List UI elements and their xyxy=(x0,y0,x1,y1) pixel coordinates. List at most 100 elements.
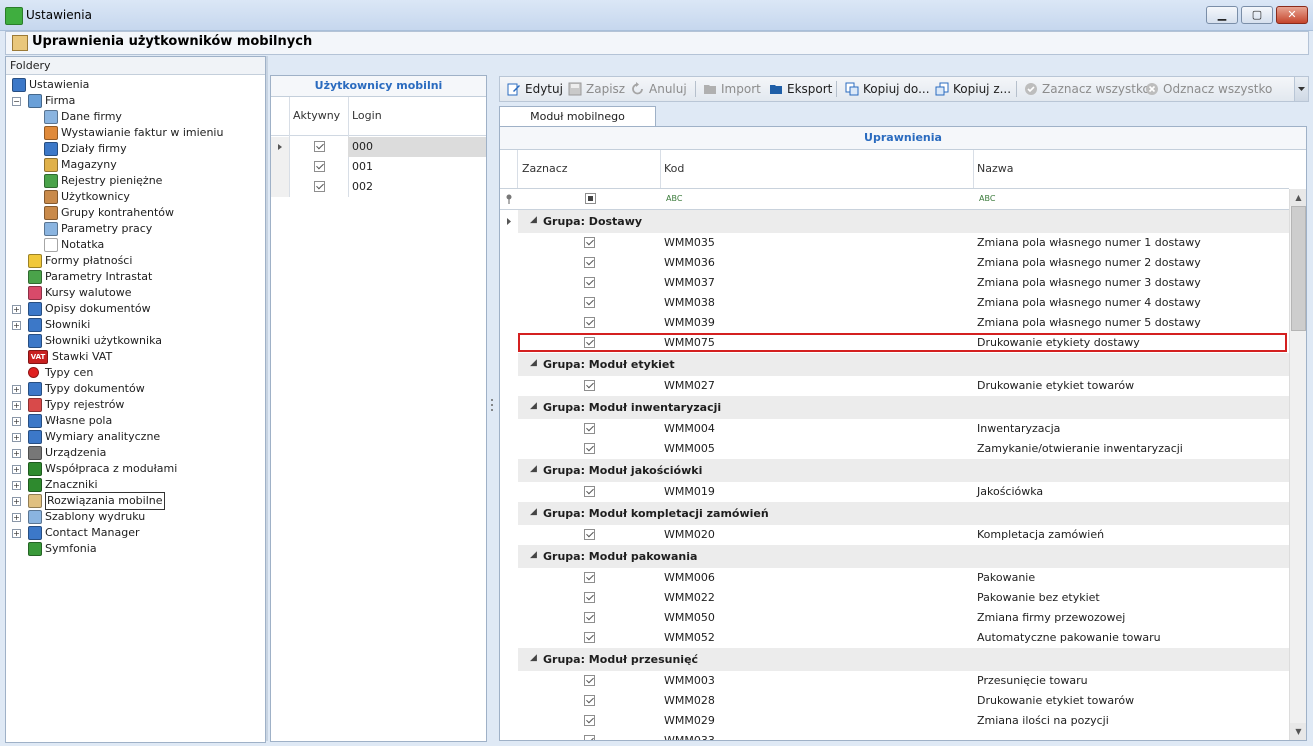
copy-from-button[interactable]: Kopiuj z... xyxy=(935,77,1011,101)
group-row[interactable]: ◢ Grupa: Moduł inwentaryzacji xyxy=(500,396,1289,419)
group-row[interactable]: ◢ Grupa: Moduł przesunięć xyxy=(500,648,1289,671)
permission-checkbox[interactable] xyxy=(584,380,595,391)
folder-item[interactable]: Parametry Intrastat xyxy=(6,269,265,285)
collapse-icon[interactable]: − xyxy=(12,97,21,106)
collapse-group-icon[interactable]: ◢ xyxy=(530,550,537,560)
splitter[interactable] xyxy=(266,56,268,741)
filter-select-checkbox[interactable] xyxy=(585,193,596,204)
permission-checkbox[interactable] xyxy=(584,715,595,726)
folder-item[interactable]: + Słowniki xyxy=(6,317,265,333)
permission-checkbox[interactable] xyxy=(584,423,595,434)
folder-item[interactable]: + Współpraca z modułami xyxy=(6,461,265,477)
folder-item[interactable]: Rejestry pieniężne xyxy=(6,173,265,189)
filter-code-abc-icon[interactable]: ABC xyxy=(666,194,682,203)
folder-item[interactable]: + Szablony wydruku xyxy=(6,509,265,525)
save-button[interactable]: Zapisz xyxy=(568,77,626,101)
select-all-button[interactable]: Zaznacz wszystko xyxy=(1024,77,1150,101)
expand-icon[interactable]: + xyxy=(12,321,21,330)
group-row[interactable]: ◢ Grupa: Moduł jakościówki xyxy=(500,459,1289,482)
permission-checkbox[interactable] xyxy=(584,632,595,643)
expand-icon[interactable]: + xyxy=(12,497,21,506)
permission-row[interactable]: WMM019 Jakościówka xyxy=(500,482,1289,502)
permission-row[interactable]: WMM029 Zmiana ilości na pozycji xyxy=(500,711,1289,731)
export-button[interactable]: Eksport xyxy=(769,77,832,101)
column-select[interactable]: Zaznacz xyxy=(522,150,568,188)
expand-icon[interactable]: + xyxy=(12,481,21,490)
deselect-all-button[interactable]: Odznacz wszystko xyxy=(1145,77,1272,101)
cancel-button[interactable]: Anuluj xyxy=(631,77,691,101)
folder-item[interactable]: + Znaczniki xyxy=(6,477,265,493)
folder-item[interactable]: Kursy walutowe xyxy=(6,285,265,301)
folder-item[interactable]: + Własne pola xyxy=(6,413,265,429)
folder-item[interactable]: + Opisy dokumentów xyxy=(6,301,265,317)
expand-icon[interactable]: + xyxy=(12,401,21,410)
expand-icon[interactable]: + xyxy=(12,465,21,474)
expand-icon[interactable]: + xyxy=(12,449,21,458)
folder-item[interactable]: + Urządzenia xyxy=(6,445,265,461)
user-row[interactable]: 002 xyxy=(271,177,486,197)
permission-checkbox[interactable] xyxy=(584,612,595,623)
maximize-button[interactable]: ▢ xyxy=(1241,6,1273,24)
folder-item[interactable]: Magazyny xyxy=(6,157,265,173)
expand-icon[interactable]: + xyxy=(12,385,21,394)
group-row[interactable]: ◢ Grupa: Moduł etykiet xyxy=(500,353,1289,376)
import-button[interactable]: Import xyxy=(703,77,763,101)
permission-row[interactable]: WMM028 Drukowanie etykiet towarów xyxy=(500,691,1289,711)
close-button[interactable]: ✕ xyxy=(1276,6,1308,24)
expand-icon[interactable]: + xyxy=(12,433,21,442)
column-login[interactable]: Login xyxy=(352,97,382,135)
active-checkbox[interactable] xyxy=(314,181,325,192)
permission-row[interactable]: WMM050 Zmiana firmy przewozowej xyxy=(500,608,1289,628)
folder-item[interactable]: VAT Stawki VAT xyxy=(6,349,265,365)
permission-row[interactable]: WMM027 Drukowanie etykiet towarów xyxy=(500,376,1289,396)
expand-icon[interactable]: + xyxy=(12,305,21,314)
folder-item[interactable]: Dane firmy xyxy=(6,109,265,125)
permission-row[interactable]: WMM004 Inwentaryzacja xyxy=(500,419,1289,439)
active-checkbox[interactable] xyxy=(314,161,325,172)
folder-item[interactable]: Typy cen xyxy=(6,365,265,381)
collapse-group-icon[interactable]: ◢ xyxy=(530,653,537,663)
permission-checkbox[interactable] xyxy=(584,735,595,740)
permission-row[interactable]: WMM022 Pakowanie bez etykiet xyxy=(500,588,1289,608)
panel-grip-icon[interactable] xyxy=(490,398,494,412)
expand-icon[interactable]: + xyxy=(12,529,21,538)
group-row[interactable]: ◢ Grupa: Moduł kompletacji zamówień xyxy=(500,502,1289,525)
group-row[interactable]: ◢ Grupa: Dostawy xyxy=(500,210,1289,233)
collapse-group-icon[interactable]: ◢ xyxy=(530,215,537,225)
folder-item[interactable]: Parametry pracy xyxy=(6,221,265,237)
scroll-up-icon[interactable]: ▲ xyxy=(1290,189,1306,206)
folder-item[interactable]: − Firma xyxy=(6,93,265,109)
toolbar-overflow-button[interactable] xyxy=(1294,77,1308,101)
folder-item[interactable]: + Typy rejestrów xyxy=(6,397,265,413)
permission-checkbox[interactable] xyxy=(584,675,595,686)
folder-item[interactable]: + Contact Manager xyxy=(6,525,265,541)
edit-button[interactable]: Edytuj xyxy=(507,77,563,101)
collapse-group-icon[interactable]: ◢ xyxy=(530,401,537,411)
filter-name-abc-icon[interactable]: ABC xyxy=(979,194,995,203)
scroll-thumb[interactable] xyxy=(1291,206,1306,331)
tab-mobile-warehouse[interactable]: Moduł mobilnego magazynu xyxy=(499,106,656,143)
column-code[interactable]: Kod xyxy=(664,150,684,188)
permission-row[interactable]: WMM075 Drukowanie etykiety dostawy xyxy=(500,333,1289,353)
permission-row[interactable]: WMM006 Pakowanie xyxy=(500,568,1289,588)
scroll-down-icon[interactable]: ▼ xyxy=(1290,723,1306,740)
permission-row[interactable]: WMM039 Zmiana pola własnego numer 5 dosta… xyxy=(500,313,1289,333)
permission-checkbox[interactable] xyxy=(584,257,595,268)
expand-icon[interactable]: + xyxy=(12,513,21,522)
column-name[interactable]: Nazwa xyxy=(977,150,1013,188)
permission-checkbox[interactable] xyxy=(584,277,595,288)
folder-item[interactable]: Użytkownicy xyxy=(6,189,265,205)
permission-checkbox[interactable] xyxy=(584,695,595,706)
permission-checkbox[interactable] xyxy=(584,297,595,308)
permission-checkbox[interactable] xyxy=(584,443,595,454)
permission-row[interactable]: WMM038 Zmiana pola własnego numer 4 dosta… xyxy=(500,293,1289,313)
permission-row[interactable]: WMM003 Przesunięcie towaru xyxy=(500,671,1289,691)
permission-row[interactable]: WMM052 Automatyczne pakowanie towaru xyxy=(500,628,1289,648)
permission-row[interactable]: WMM035 Zmiana pola własnego numer 1 dosta… xyxy=(500,233,1289,253)
folder-item[interactable]: + Wymiary analityczne xyxy=(6,429,265,445)
copy-to-button[interactable]: Kopiuj do... xyxy=(845,77,930,101)
folder-item[interactable]: + Typy dokumentów xyxy=(6,381,265,397)
folder-item[interactable]: Ustawienia xyxy=(6,77,265,93)
collapse-group-icon[interactable]: ◢ xyxy=(530,464,537,474)
expand-icon[interactable]: + xyxy=(12,417,21,426)
